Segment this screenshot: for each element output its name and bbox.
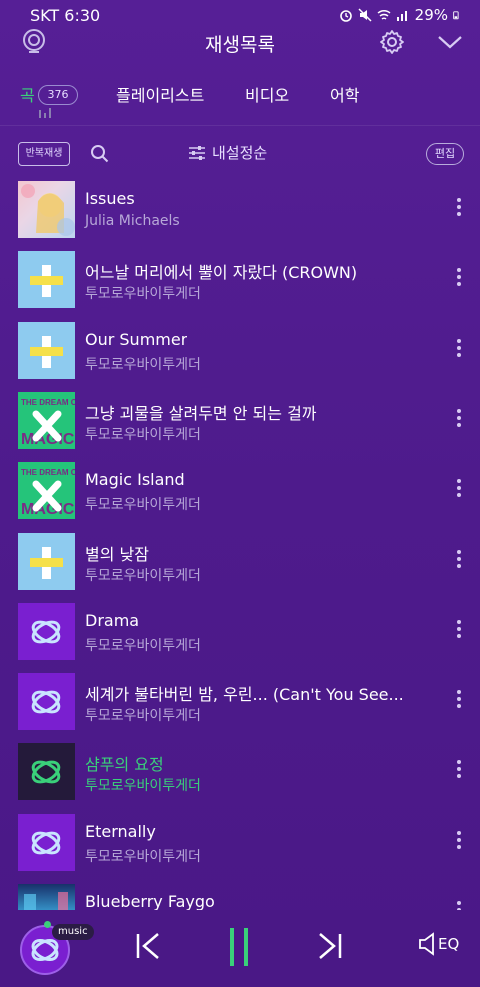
- more-options-icon[interactable]: [456, 760, 462, 780]
- list-toolbar: 반복재생 내설정순 편집: [0, 140, 480, 170]
- status-bar: SKT 6:30 29%: [0, 0, 480, 30]
- song-row[interactable]: Issues Julia Michaels: [0, 176, 480, 246]
- song-artist: 투모로우바이투게더: [85, 637, 201, 654]
- song-title: Our Summer: [85, 329, 188, 349]
- more-options-icon[interactable]: [456, 338, 462, 359]
- tab-bar: 곡 376 플레이리스트 비디오 어학: [0, 80, 480, 124]
- album-art: [18, 532, 75, 590]
- more-options-icon[interactable]: [456, 690, 462, 710]
- song-artist: Julia Michaels: [85, 213, 180, 229]
- speaker-icon: [419, 932, 434, 956]
- tab-songs[interactable]: 곡: [20, 82, 35, 106]
- more-options-icon[interactable]: [456, 830, 462, 851]
- search-icon[interactable]: [90, 144, 110, 164]
- song-title: 샴푸의 요정: [85, 755, 164, 775]
- divider: [0, 125, 480, 126]
- previous-icon[interactable]: [134, 928, 162, 964]
- song-artist: 투모로우바이투게더: [85, 567, 201, 584]
- song-artist: 투모로우바이투게더: [85, 708, 201, 725]
- sort-button[interactable]: 내설정순: [188, 142, 267, 163]
- song-row[interactable]: Eternally 투모로우바이투게더: [0, 809, 480, 879]
- more-options-icon[interactable]: [456, 479, 462, 499]
- app-header: 재생목록: [0, 28, 480, 80]
- song-row[interactable]: Drama 투모로우바이투게더: [0, 598, 480, 668]
- song-title: Magic Island: [85, 470, 185, 490]
- svg-text:THE DREAM CHAPTER: THE DREAM CHAPTER: [21, 398, 75, 407]
- song-row[interactable]: THE DREAM CHAPTER MAGIC 그냥 괴물을 살려두면 안 되는 걸…: [0, 387, 480, 457]
- pause-icon[interactable]: [226, 926, 252, 968]
- playing-indicator-dot: [44, 921, 51, 928]
- song-row[interactable]: Our Summer 투모로우바이투게더: [0, 317, 480, 387]
- song-row[interactable]: 별의 낮잠투모로우바이투게더: [0, 528, 480, 598]
- song-count-badge: 376: [38, 85, 78, 105]
- song-row[interactable]: 샴푸의 요정투모로우바이투게더: [0, 738, 480, 808]
- next-icon[interactable]: [316, 928, 344, 964]
- song-artist: 투모로우바이투게더: [85, 848, 201, 865]
- wifi-icon: [377, 9, 391, 20]
- song-artist: 투모로우바이투게더: [85, 356, 201, 373]
- song-title: 어느날 머리에서 뿔이 자랐다 (CROWN): [85, 263, 358, 283]
- album-art: [18, 602, 75, 660]
- settings-gear-icon[interactable]: [378, 28, 406, 56]
- more-options-icon[interactable]: [456, 549, 462, 570]
- song-artist: 투모로우바이투게더: [85, 497, 201, 514]
- battery-percent: 29%: [414, 6, 448, 24]
- album-art: [18, 673, 75, 731]
- signal-icon: [396, 11, 407, 21]
- album-art: [18, 321, 75, 379]
- page-title: 재생목록: [205, 34, 275, 56]
- tab-playlists[interactable]: 플레이리스트: [116, 82, 204, 106]
- song-title: 그냥 괴물을 살려두면 안 되는 걸까: [85, 403, 317, 423]
- song-title: Drama: [85, 610, 140, 630]
- song-artist: 투모로우바이투게더: [85, 778, 201, 795]
- tab-videos[interactable]: 비디오: [245, 82, 289, 106]
- song-title: Eternally: [85, 821, 156, 841]
- alarm-icon: [339, 10, 352, 22]
- music-tag: music: [52, 924, 94, 940]
- album-art: [18, 251, 75, 309]
- battery-icon: [453, 11, 459, 20]
- svg-text:MAGIC: MAGIC: [21, 501, 75, 518]
- edit-button[interactable]: 편집: [426, 143, 464, 165]
- song-artist: 투모로우바이투게더: [85, 286, 201, 303]
- song-artist: 투모로우바이투게더: [85, 426, 201, 443]
- more-options-icon[interactable]: [456, 268, 462, 288]
- song-row[interactable]: THE DREAM CHAPTER MAGIC Magic Island 투모로우바이…: [0, 457, 480, 527]
- status-icons: 29%: [339, 6, 462, 24]
- carrier-time: SKT 6:30: [30, 6, 101, 25]
- mini-player: music EQ: [0, 910, 480, 987]
- equalizer-playing-icon: [39, 108, 51, 118]
- tab-language[interactable]: 어학: [330, 82, 359, 106]
- album-art: THE DREAM CHAPTER MAGIC: [18, 391, 75, 449]
- svg-text:THE DREAM CHAPTER: THE DREAM CHAPTER: [21, 468, 75, 477]
- eq-button[interactable]: EQ: [418, 932, 459, 956]
- more-options-icon[interactable]: [456, 408, 462, 429]
- song-title: Issues: [85, 189, 135, 208]
- song-title: Blueberry Faygo: [85, 892, 215, 911]
- song-row[interactable]: 어느날 머리에서 뿔이 자랐다 (CROWN) 투모로우바이투게더: [0, 246, 480, 316]
- album-art: THE DREAM CHAPTER MAGIC: [18, 462, 75, 520]
- song-title: 별의 낮잠: [85, 544, 149, 564]
- tab-songs-label: 곡: [20, 86, 35, 105]
- song-row[interactable]: 세계가 불타버린 밤, 우린... (Can't You See... 투모로우바…: [0, 668, 480, 738]
- more-options-icon[interactable]: [456, 198, 462, 218]
- album-art: [18, 743, 75, 801]
- svg-text:MAGIC: MAGIC: [21, 431, 75, 448]
- album-art: [18, 813, 75, 871]
- eq-label: EQ: [438, 935, 460, 953]
- album-art: [18, 181, 75, 238]
- repeat-button[interactable]: 반복재생: [18, 142, 70, 166]
- song-title: 세계가 불타버린 밤, 우린... (Can't You See...: [85, 685, 404, 705]
- sort-label: 내설정순: [212, 144, 268, 162]
- chevron-down-icon[interactable]: [436, 28, 464, 56]
- sort-sliders-icon: [189, 145, 205, 160]
- more-options-icon[interactable]: [456, 619, 462, 640]
- mute-icon: [358, 8, 372, 22]
